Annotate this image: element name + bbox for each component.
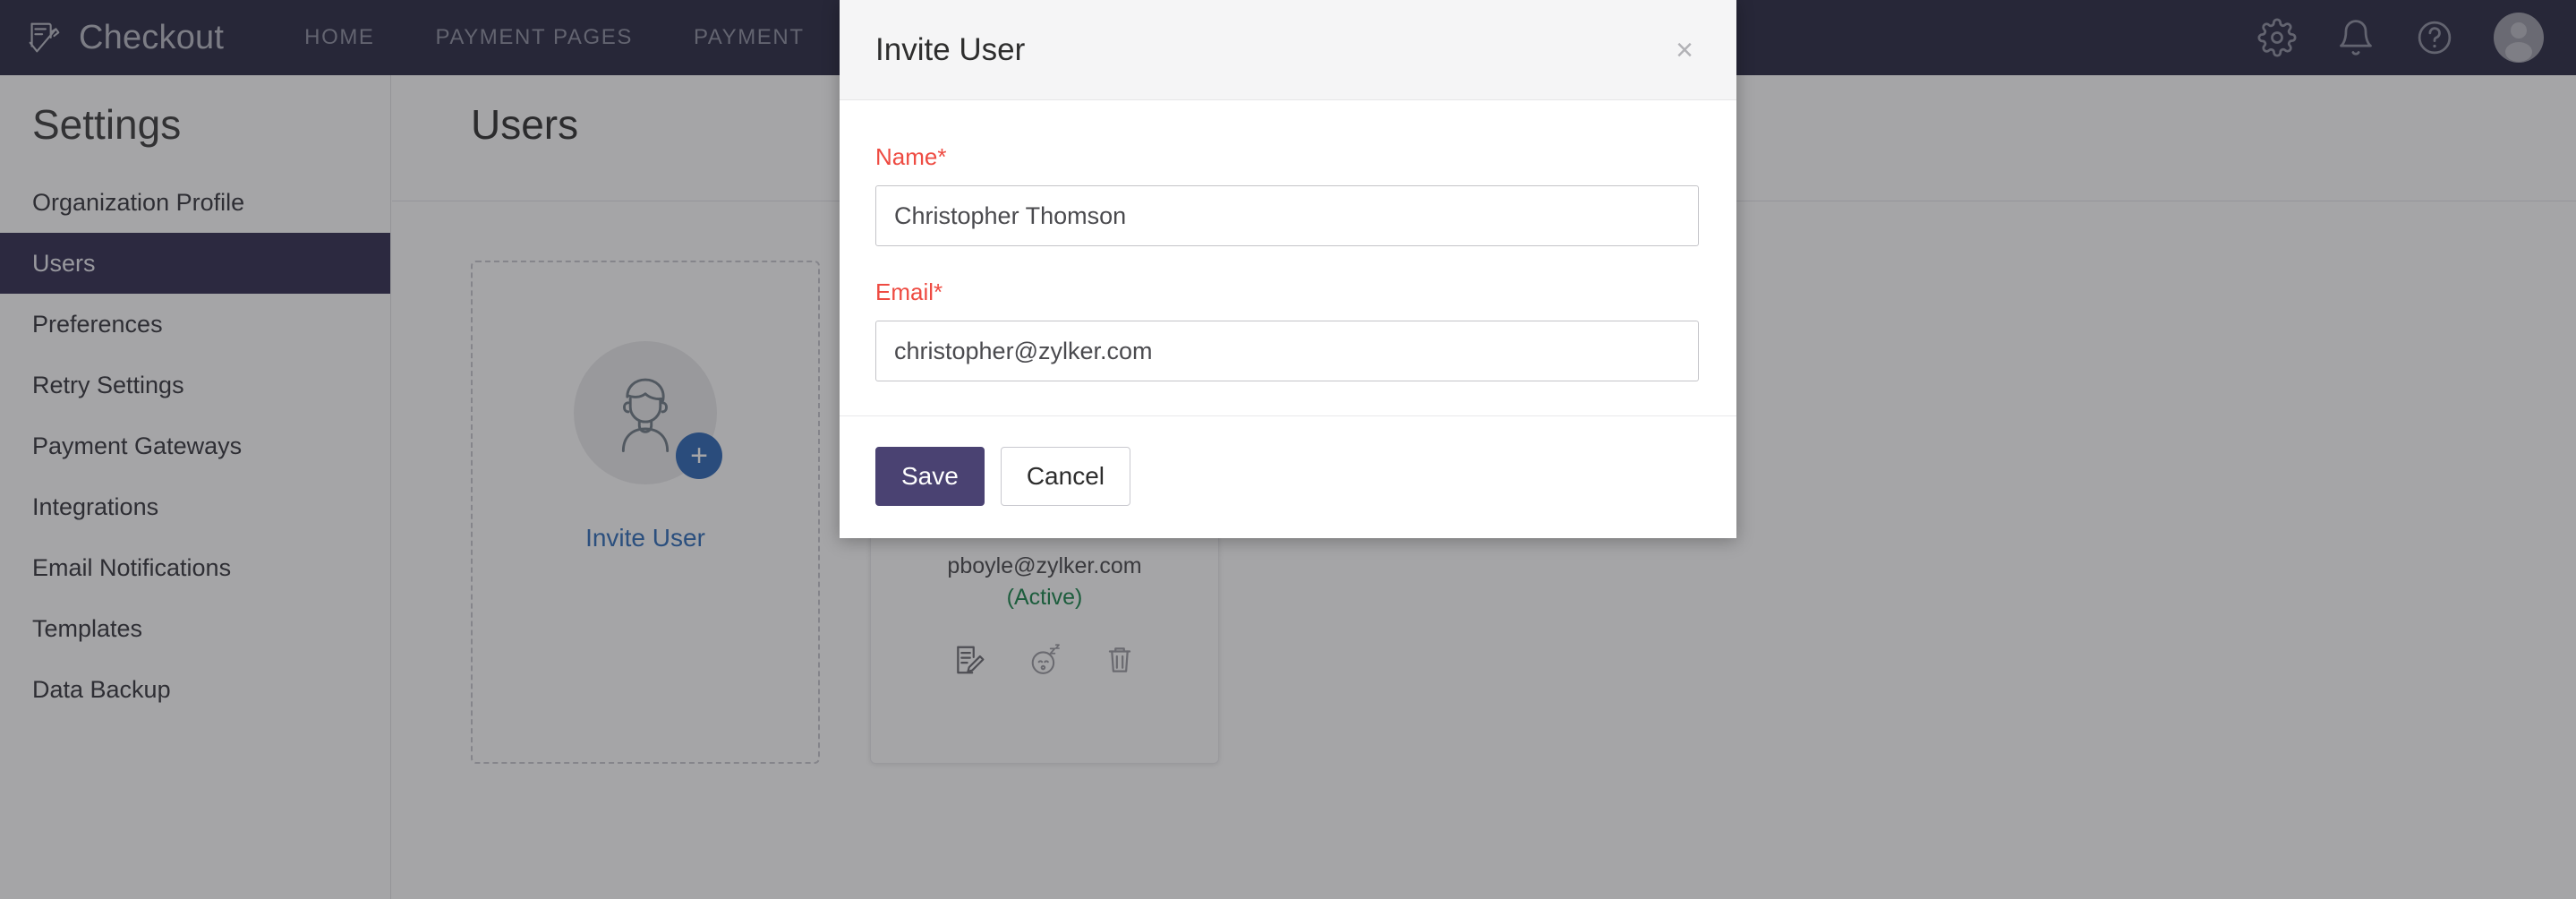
email-field-group: Email* <box>875 278 1701 381</box>
app-root: Checkout HOME PAYMENT PAGES PAYMENT <box>0 0 2576 899</box>
email-field-label: Email* <box>875 278 1701 306</box>
modal-header: Invite User × <box>840 0 1736 100</box>
cancel-button[interactable]: Cancel <box>1001 447 1130 506</box>
modal-footer: Save Cancel <box>840 415 1736 538</box>
name-field-label: Name* <box>875 143 1701 171</box>
close-icon[interactable]: × <box>1667 31 1702 69</box>
modal-body: Name* Email* <box>840 100 1736 415</box>
name-field-group: Name* <box>875 143 1701 246</box>
invite-user-modal: Invite User × Name* Email* Save Cancel <box>840 0 1736 538</box>
name-input[interactable] <box>875 185 1699 246</box>
save-button[interactable]: Save <box>875 447 985 506</box>
email-input[interactable] <box>875 321 1699 381</box>
modal-title: Invite User <box>875 32 1667 68</box>
